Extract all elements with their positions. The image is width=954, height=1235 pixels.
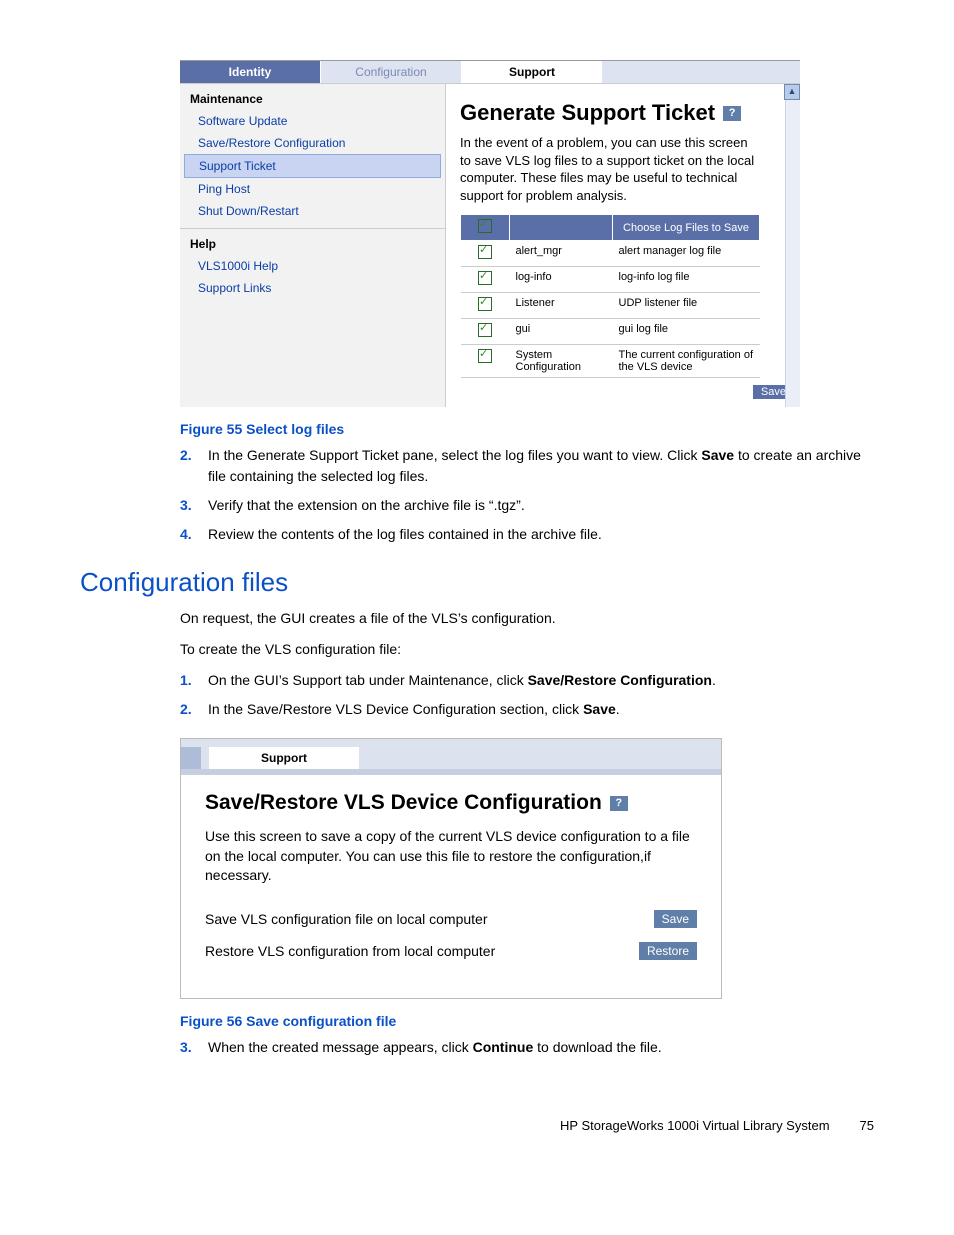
log-name: alert_mgr [510,241,613,267]
log-desc: gui log file [613,319,760,345]
step-item: 2. In the Generate Support Ticket pane, … [180,445,874,487]
step-item: 4. Review the contents of the log files … [180,524,874,545]
tab-identity[interactable]: Identity [180,61,321,83]
sidebar-item-support-links[interactable]: Support Links [180,277,445,299]
step-number: 3. [180,495,208,516]
page-description: Use this screen to save a copy of the cu… [205,827,697,886]
table-row: System Configuration The current configu… [461,345,760,378]
page-description: In the event of a problem, you can use t… [460,134,760,204]
checkbox-all[interactable] [478,219,492,233]
step-number: 2. [180,699,208,720]
log-desc: The current configuration of the VLS dev… [613,345,760,378]
row-label-save: Save VLS configuration file on local com… [205,911,488,927]
checkbox[interactable] [478,271,492,285]
figure-56-caption: Figure 56 Save configuration file [180,1013,874,1029]
log-desc: alert manager log file [613,241,760,267]
sidebar-item-save-restore[interactable]: Save/Restore Configuration [180,132,445,154]
sidebar-item-software-update[interactable]: Software Update [180,110,445,132]
step-number: 2. [180,445,208,487]
column-header-choose: Choose Log Files to Save [613,215,760,241]
scroll-up-icon[interactable]: ▲ [784,84,800,100]
log-files-table: Choose Log Files to Save alert_mgr alert… [460,214,760,378]
tab-blank [181,747,201,769]
restore-button[interactable]: Restore [639,942,697,960]
page-title: Save/Restore VLS Device Configuration [205,791,602,815]
scrollbar[interactable] [785,100,800,407]
step-item: 2. In the Save/Restore VLS Device Config… [180,699,874,720]
step-item: 3. Verify that the extension on the arch… [180,495,874,516]
section-heading: Configuration files [80,567,874,598]
checkbox[interactable] [478,297,492,311]
table-row: alert_mgr alert manager log file [461,241,760,267]
tab-configuration[interactable]: Configuration [321,61,462,83]
step-number: 4. [180,524,208,545]
table-row: Listener UDP listener file [461,293,760,319]
footer-page: 75 [860,1118,874,1133]
tab-support[interactable]: Support [462,61,602,83]
sidebar-header-help: Help [180,229,445,255]
sidebar-header-maintenance: Maintenance [180,84,445,110]
table-row: gui gui log file [461,319,760,345]
help-icon[interactable]: ? [610,796,628,811]
figure-56-screenshot: Support Save/Restore VLS Device Configur… [180,738,722,999]
log-name: Listener [510,293,613,319]
page-title: Generate Support Ticket [460,100,715,126]
save-button[interactable]: Save [654,910,697,928]
step-item: 1. On the GUI’s Support tab under Mainte… [180,670,874,691]
checkbox[interactable] [478,245,492,259]
row-label-restore: Restore VLS configuration from local com… [205,943,495,959]
tab-support[interactable]: Support [209,747,359,769]
sidebar: Maintenance Software Update Save/Restore… [180,84,446,407]
body-text: On request, the GUI creates a file of th… [180,608,874,629]
step-number: 3. [180,1037,208,1058]
step-item: 3. When the created message appears, cli… [180,1037,874,1058]
figure-55-screenshot: Identity Configuration Support Maintenan… [180,60,800,407]
sidebar-item-shutdown-restart[interactable]: Shut Down/Restart [180,200,445,222]
log-name: gui [510,319,613,345]
log-desc: UDP listener file [613,293,760,319]
sidebar-item-ping-host[interactable]: Ping Host [180,178,445,200]
log-desc: log-info log file [613,267,760,293]
log-name: System Configuration [510,345,613,378]
log-name: log-info [510,267,613,293]
body-text: To create the VLS configuration file: [180,639,874,660]
main-pane: ▲ Generate Support Ticket ? In the event… [446,84,800,407]
help-icon[interactable]: ? [723,106,741,121]
tabs-empty [602,61,800,83]
sidebar-item-vls-help[interactable]: VLS1000i Help [180,255,445,277]
step-number: 1. [180,670,208,691]
figure-55-caption: Figure 55 Select log files [180,421,874,437]
footer-title: HP StorageWorks 1000i Virtual Library Sy… [560,1118,830,1133]
table-row: log-info log-info log file [461,267,760,293]
checkbox[interactable] [478,349,492,363]
checkbox[interactable] [478,323,492,337]
sidebar-item-support-ticket[interactable]: Support Ticket [184,154,441,178]
